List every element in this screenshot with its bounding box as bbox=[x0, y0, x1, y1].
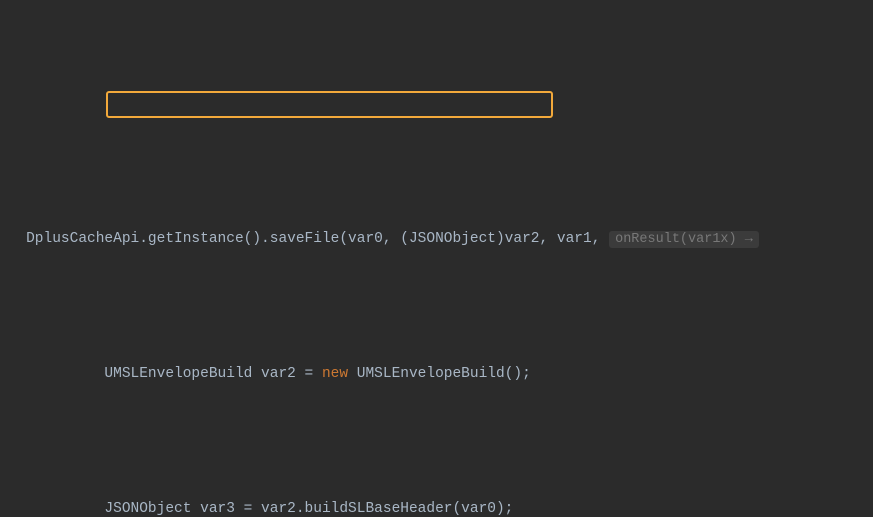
code-line[interactable]: UMSLEnvelopeBuild var2 = new UMSLEnvelop… bbox=[0, 361, 873, 388]
code-text: JSONObject var3 = var2.buildSLBaseHeader… bbox=[0, 501, 513, 517]
keyword-new: new bbox=[322, 366, 348, 382]
selection-highlight-box bbox=[106, 91, 553, 118]
lambda-hint: onResult(var1x) → bbox=[609, 231, 759, 248]
code-line[interactable]: JSONObject var3 = var2.buildSLBaseHeader… bbox=[0, 496, 873, 517]
code-text: DplusCacheApi.getInstance().saveFile(var… bbox=[26, 231, 609, 247]
code-text: UMSLEnvelopeBuild var2 = bbox=[0, 366, 322, 382]
code-line[interactable]: DplusCacheApi.getInstance().saveFile(var… bbox=[0, 226, 873, 253]
code-editor[interactable]: DplusCacheApi.getInstance().saveFile(var… bbox=[0, 0, 873, 517]
code-text: UMSLEnvelopeBuild(); bbox=[348, 366, 531, 382]
